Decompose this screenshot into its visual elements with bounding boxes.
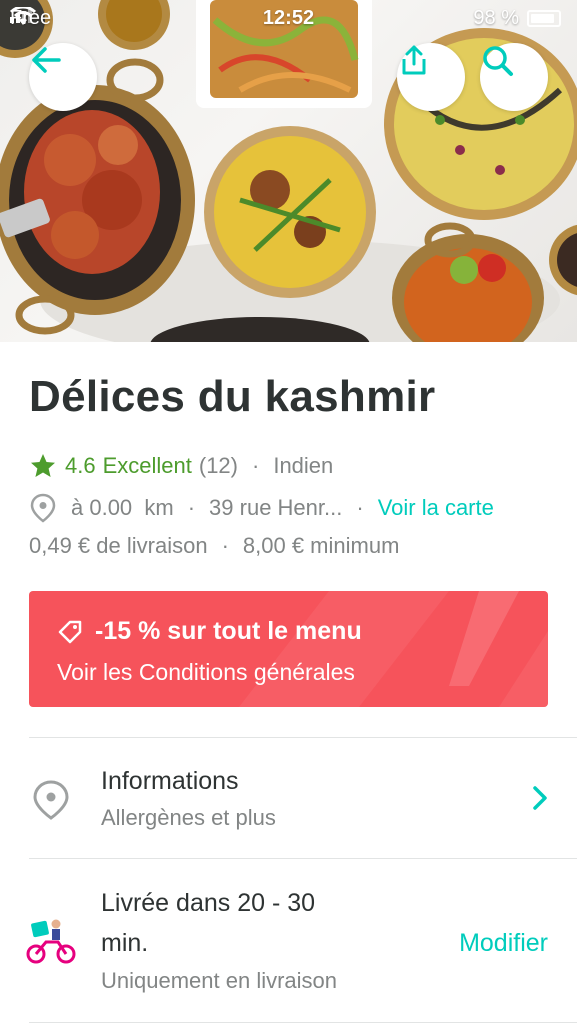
- offer-terms-link[interactable]: Voir les Conditions générales: [57, 659, 355, 686]
- delivery-mode-label: Uniquement en livraison: [101, 968, 338, 993]
- map-link[interactable]: Voir la carte: [378, 495, 494, 521]
- separator-dot: ·: [187, 495, 196, 520]
- rider-bike-icon: [26, 919, 76, 964]
- star-icon: [31, 454, 55, 477]
- location-pin-icon: [30, 493, 56, 523]
- hero-image: Free 12:52 98 %: [0, 0, 577, 342]
- delivery-time-line2: min.: [101, 929, 149, 957]
- offer-title-text: -15 % sur tout le menu: [95, 617, 362, 645]
- arrow-left-icon: [32, 47, 61, 73]
- tag-icon: [58, 620, 82, 643]
- separator-dot: ·: [252, 453, 260, 478]
- cuisine-label: Indien: [273, 453, 334, 478]
- rating-value: 4.6: [65, 453, 96, 478]
- delivery-time-line1: Livrée dans 20 - 30: [101, 889, 316, 917]
- modify-button[interactable]: Modifier: [459, 929, 548, 958]
- share-button[interactable]: [397, 43, 465, 111]
- information-title: Informations: [101, 767, 239, 795]
- address-label: 39 rue Henr...: [209, 495, 343, 520]
- divider: [29, 737, 577, 738]
- separator-dot: ·: [356, 495, 364, 520]
- search-button[interactable]: [480, 43, 548, 111]
- status-bar: Free 12:52 98 %: [0, 0, 577, 36]
- delivery-fee-line: 0,49 € de livraison · 8,00 € minimum: [29, 533, 399, 559]
- divider: [29, 1022, 577, 1023]
- battery-info: 98 %: [473, 7, 561, 30]
- back-button[interactable]: [29, 43, 97, 111]
- restaurant-name: Délices du kashmir: [29, 372, 436, 421]
- information-subtitle: Allergènes et plus: [101, 805, 276, 830]
- location-line: à 0.00 km · 39 rue Henr... · Voir la car…: [29, 493, 549, 523]
- distance-label: à 0.00 km: [71, 495, 174, 520]
- search-icon: [483, 46, 513, 76]
- offer-title: -15 % sur tout le menu: [57, 617, 362, 646]
- share-icon: [402, 45, 426, 75]
- separator-dot: ·: [221, 533, 229, 558]
- battery-percent: 98 %: [473, 7, 519, 29]
- offer-banner[interactable]: -15 % sur tout le menu Voir les Conditio…: [29, 591, 548, 707]
- rating-count: (12): [198, 453, 238, 478]
- battery-icon: [527, 10, 561, 27]
- location-pin-icon: [33, 780, 69, 820]
- divider: [29, 858, 577, 859]
- delivery-fee-label: 0,49 € de livraison: [29, 533, 208, 558]
- rating-line: 4.6 Excellent (12) · Indien: [29, 452, 333, 480]
- minimum-order-label: 8,00 € minimum: [242, 533, 400, 558]
- chevron-right-icon: [533, 786, 547, 810]
- offer-stripes-decoration: [239, 591, 548, 707]
- rating-label: Excellent: [102, 453, 192, 478]
